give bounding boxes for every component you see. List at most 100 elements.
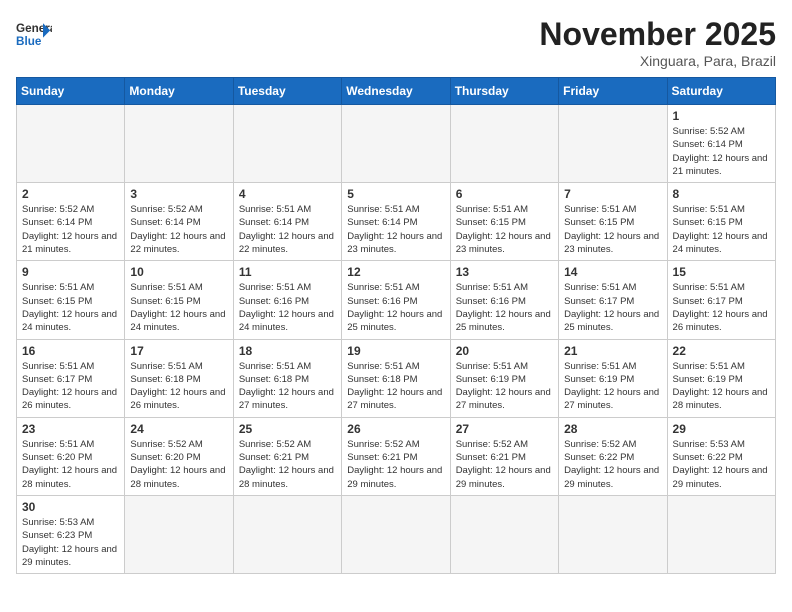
calendar-week-row: 9 Sunrise: 5:51 AM Sunset: 6:15 PM Daylig… [17, 261, 776, 339]
calendar-cell: 22Sunrise: 5:51 AM Sunset: 6:19 PM Dayli… [667, 339, 775, 417]
day-number: 23 [22, 422, 119, 436]
calendar-cell [342, 105, 450, 183]
calendar-cell: 6Sunrise: 5:51 AM Sunset: 6:15 PM Daylig… [450, 183, 558, 261]
day-number: 6 [456, 187, 553, 201]
title-block: November 2025 Xinguara, Para, Brazil [539, 16, 776, 69]
calendar-cell [667, 495, 775, 573]
calendar-cell: 9 Sunrise: 5:51 AM Sunset: 6:15 PM Daylig… [17, 261, 125, 339]
day-info: Sunrise: 5:51 AM Sunset: 6:14 PM Dayligh… [239, 203, 336, 256]
calendar-cell: 10Sunrise: 5:51 AM Sunset: 6:15 PM Dayli… [125, 261, 233, 339]
calendar-cell: 13 Sunrise: 5:51 AM Sunset: 6:16 PM Dayli… [450, 261, 558, 339]
weekday-header-sunday: Sunday [17, 78, 125, 105]
day-number: 3 [130, 187, 227, 201]
calendar-cell: 26 Sunrise: 5:52 AM Sunset: 6:21 PM Dayli… [342, 417, 450, 495]
calendar-cell: 7 Sunrise: 5:51 AM Sunset: 6:15 PM Daylig… [559, 183, 667, 261]
calendar-cell: 23 Sunrise: 5:51 AM Sunset: 6:20 PM Dayli… [17, 417, 125, 495]
day-info: Sunrise: 5:52 AM Sunset: 6:14 PM Dayligh… [673, 125, 770, 178]
calendar-cell [559, 495, 667, 573]
calendar-cell: 16 Sunrise: 5:51 AM Sunset: 6:17 PM Dayli… [17, 339, 125, 417]
day-number: 13 [456, 265, 553, 279]
calendar-cell: 21 Sunrise: 5:51 AM Sunset: 6:19 PM Dayli… [559, 339, 667, 417]
day-number: 21 [564, 344, 661, 358]
calendar-week-row: 1Sunrise: 5:52 AM Sunset: 6:14 PM Daylig… [17, 105, 776, 183]
day-info: Sunrise: 5:52 AM Sunset: 6:21 PM Dayligh… [456, 438, 553, 491]
day-number: 17 [130, 344, 227, 358]
day-info: Sunrise: 5:51 AM Sunset: 6:15 PM Dayligh… [130, 281, 227, 334]
calendar-cell: 24Sunrise: 5:52 AM Sunset: 6:20 PM Dayli… [125, 417, 233, 495]
calendar-cell: 20 Sunrise: 5:51 AM Sunset: 6:19 PM Dayli… [450, 339, 558, 417]
svg-text:Blue: Blue [16, 35, 42, 48]
weekday-header-thursday: Thursday [450, 78, 558, 105]
calendar-cell: 4 Sunrise: 5:51 AM Sunset: 6:14 PM Daylig… [233, 183, 341, 261]
calendar-week-row: 2 Sunrise: 5:52 AM Sunset: 6:14 PM Daylig… [17, 183, 776, 261]
logo-icon: General Blue [16, 16, 52, 52]
day-number: 20 [456, 344, 553, 358]
day-info: Sunrise: 5:52 AM Sunset: 6:21 PM Dayligh… [347, 438, 444, 491]
day-number: 26 [347, 422, 444, 436]
day-number: 12 [347, 265, 444, 279]
calendar-cell [17, 105, 125, 183]
location: Xinguara, Para, Brazil [539, 53, 776, 69]
calendar-cell [125, 495, 233, 573]
calendar-cell [342, 495, 450, 573]
weekday-header-wednesday: Wednesday [342, 78, 450, 105]
calendar-cell: 25Sunrise: 5:52 AM Sunset: 6:21 PM Dayli… [233, 417, 341, 495]
calendar-cell [125, 105, 233, 183]
weekday-header-row: SundayMondayTuesdayWednesdayThursdayFrid… [17, 78, 776, 105]
calendar-cell: 30Sunrise: 5:53 AM Sunset: 6:23 PM Dayli… [17, 495, 125, 573]
day-number: 16 [22, 344, 119, 358]
day-number: 5 [347, 187, 444, 201]
day-info: Sunrise: 5:52 AM Sunset: 6:14 PM Dayligh… [130, 203, 227, 256]
day-info: Sunrise: 5:51 AM Sunset: 6:20 PM Dayligh… [22, 438, 119, 491]
day-number: 28 [564, 422, 661, 436]
day-info: Sunrise: 5:51 AM Sunset: 6:16 PM Dayligh… [456, 281, 553, 334]
day-number: 18 [239, 344, 336, 358]
day-info: Sunrise: 5:51 AM Sunset: 6:15 PM Dayligh… [564, 203, 661, 256]
day-info: Sunrise: 5:51 AM Sunset: 6:19 PM Dayligh… [456, 360, 553, 413]
day-number: 2 [22, 187, 119, 201]
calendar-cell: 3 Sunrise: 5:52 AM Sunset: 6:14 PM Daylig… [125, 183, 233, 261]
day-number: 29 [673, 422, 770, 436]
calendar-cell [233, 105, 341, 183]
calendar-table: SundayMondayTuesdayWednesdayThursdayFrid… [16, 77, 776, 574]
calendar-cell [450, 105, 558, 183]
day-number: 8 [673, 187, 770, 201]
day-number: 25 [239, 422, 336, 436]
calendar-cell [233, 495, 341, 573]
day-number: 14 [564, 265, 661, 279]
calendar-cell: 12Sunrise: 5:51 AM Sunset: 6:16 PM Dayli… [342, 261, 450, 339]
day-number: 24 [130, 422, 227, 436]
day-info: Sunrise: 5:51 AM Sunset: 6:17 PM Dayligh… [22, 360, 119, 413]
calendar-cell [450, 495, 558, 573]
day-number: 11 [239, 265, 336, 279]
day-info: Sunrise: 5:51 AM Sunset: 6:17 PM Dayligh… [564, 281, 661, 334]
calendar-cell: 8Sunrise: 5:51 AM Sunset: 6:15 PM Daylig… [667, 183, 775, 261]
day-number: 15 [673, 265, 770, 279]
page-header: General Blue November 2025 Xinguara, Par… [16, 16, 776, 69]
calendar-cell [559, 105, 667, 183]
day-info: Sunrise: 5:52 AM Sunset: 6:14 PM Dayligh… [22, 203, 119, 256]
calendar-week-row: 23 Sunrise: 5:51 AM Sunset: 6:20 PM Dayli… [17, 417, 776, 495]
weekday-header-friday: Friday [559, 78, 667, 105]
day-info: Sunrise: 5:51 AM Sunset: 6:19 PM Dayligh… [673, 360, 770, 413]
weekday-header-monday: Monday [125, 78, 233, 105]
day-info: Sunrise: 5:51 AM Sunset: 6:15 PM Dayligh… [22, 281, 119, 334]
calendar-cell: 14 Sunrise: 5:51 AM Sunset: 6:17 PM Dayli… [559, 261, 667, 339]
day-info: Sunrise: 5:51 AM Sunset: 6:14 PM Dayligh… [347, 203, 444, 256]
day-info: Sunrise: 5:51 AM Sunset: 6:18 PM Dayligh… [239, 360, 336, 413]
calendar-cell: 18 Sunrise: 5:51 AM Sunset: 6:18 PM Dayli… [233, 339, 341, 417]
day-number: 19 [347, 344, 444, 358]
logo: General Blue [16, 16, 52, 52]
day-number: 9 [22, 265, 119, 279]
day-info: Sunrise: 5:51 AM Sunset: 6:17 PM Dayligh… [673, 281, 770, 334]
calendar-cell: 29Sunrise: 5:53 AM Sunset: 6:22 PM Dayli… [667, 417, 775, 495]
weekday-header-saturday: Saturday [667, 78, 775, 105]
day-number: 27 [456, 422, 553, 436]
day-number: 7 [564, 187, 661, 201]
weekday-header-tuesday: Tuesday [233, 78, 341, 105]
day-info: Sunrise: 5:51 AM Sunset: 6:18 PM Dayligh… [130, 360, 227, 413]
day-info: Sunrise: 5:51 AM Sunset: 6:19 PM Dayligh… [564, 360, 661, 413]
day-info: Sunrise: 5:52 AM Sunset: 6:22 PM Dayligh… [564, 438, 661, 491]
calendar-cell: 27 Sunrise: 5:52 AM Sunset: 6:21 PM Dayli… [450, 417, 558, 495]
day-number: 4 [239, 187, 336, 201]
